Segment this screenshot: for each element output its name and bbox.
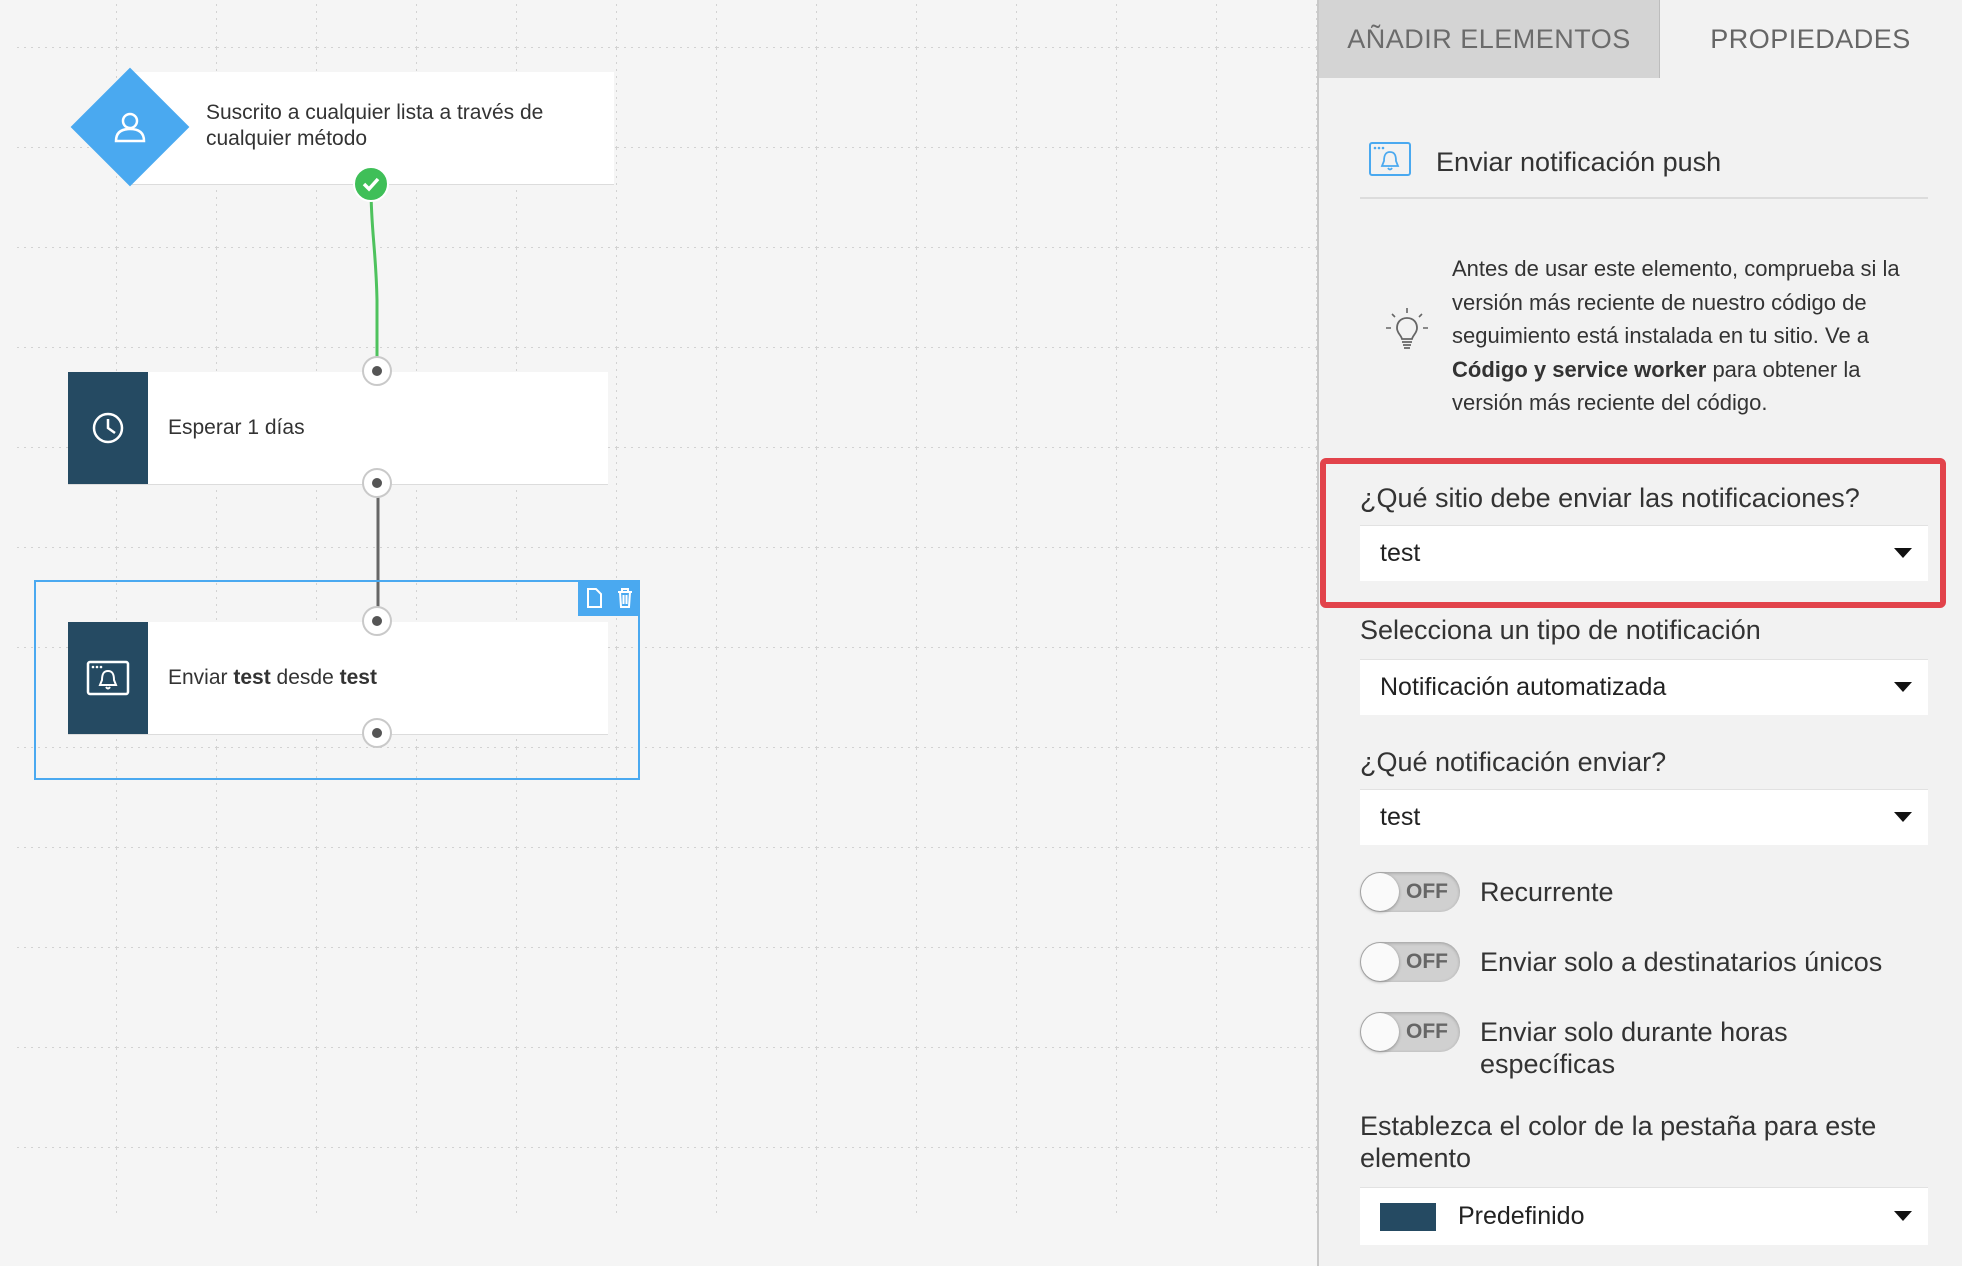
unique-recipients-toggle[interactable]: OFF (1360, 942, 1460, 982)
site-select-value: test (1380, 539, 1421, 567)
notification-label: ¿Qué notificación enviar? (1360, 747, 1667, 777)
chevron-down-icon (1894, 1210, 1912, 1221)
properties-panel: AÑADIR ELEMENTOS PROPIEDADES Enviar noti… (1317, 0, 1962, 1266)
notification-select[interactable]: test (1360, 789, 1928, 845)
copy-icon[interactable] (585, 587, 603, 609)
site-label: ¿Qué sitio debe enviar las notificacione… (1360, 483, 1860, 513)
title-divider (1360, 197, 1928, 199)
chevron-down-icon (1894, 681, 1912, 692)
push-notification-icon (1369, 142, 1411, 176)
tab-properties[interactable]: PROPIEDADES (1659, 0, 1962, 78)
toggle-knob (1361, 943, 1399, 981)
tab-color-label: Establezca el color de la pestaña para e… (1360, 1111, 1877, 1173)
specific-hours-label: Enviar solo durante horas específicas (1480, 1017, 1788, 1079)
tab-color-select[interactable]: Predefinido (1360, 1187, 1928, 1245)
send-prefix: Enviar (168, 666, 234, 689)
send-text: Enviar test desde test (168, 665, 377, 691)
toggle-knob (1361, 1013, 1399, 1051)
tab-color-value: Predefinido (1458, 1202, 1585, 1230)
recurrent-toggle[interactable]: OFF (1360, 872, 1460, 912)
clock-icon (92, 412, 124, 444)
unique-recipients-label: Enviar solo a destinatarios únicos (1480, 947, 1883, 977)
wait-output-port[interactable] (362, 468, 392, 498)
chevron-down-icon (1894, 811, 1912, 822)
tip-text-part1: Antes de usar este elemento, comprueba s… (1452, 256, 1900, 348)
wait-node[interactable]: Esperar 1 días (68, 372, 608, 484)
tab-add-elements[interactable]: AÑADIR ELEMENTOS (1319, 0, 1660, 78)
notification-type-label: Selecciona un tipo de notificación (1360, 615, 1761, 645)
send-input-port[interactable] (362, 606, 392, 636)
wait-text: Esperar 1 días (168, 416, 305, 439)
toggle-state: OFF (1406, 950, 1448, 973)
send-icon-block (68, 622, 148, 734)
wait-icon-block (68, 372, 148, 484)
notification-type-value: Notificación automatizada (1380, 673, 1667, 701)
site-select[interactable]: test (1360, 525, 1928, 581)
send-middle: desde (270, 666, 340, 689)
toggle-knob (1361, 873, 1399, 911)
specific-hours-toggle[interactable]: OFF (1360, 1012, 1460, 1052)
tip-link-code: Código y service worker (1452, 356, 1707, 382)
trigger-text: Suscrito a cualquier lista a través de c… (206, 101, 544, 150)
chevron-down-icon (1894, 547, 1912, 558)
tip-text: Antes de usar este elemento, comprueba s… (1452, 252, 1922, 420)
toggle-state: OFF (1406, 1020, 1448, 1043)
recurrent-label: Recurrente (1480, 877, 1614, 907)
color-swatch (1380, 1202, 1436, 1231)
element-title: Enviar notificación push (1436, 147, 1722, 177)
workflow-canvas[interactable]: Suscrito a cualquier lista a través de c… (0, 0, 1317, 1266)
wait-input-port[interactable] (362, 356, 392, 386)
send-output-port[interactable] (362, 718, 392, 748)
push-notification-icon (86, 660, 130, 696)
success-check-icon (353, 166, 389, 202)
send-node[interactable]: Enviar test desde test (68, 622, 608, 734)
node-toolbar (578, 580, 640, 616)
notification-select-value: test (1380, 803, 1421, 831)
toggle-state: OFF (1406, 880, 1448, 903)
send-site: test (339, 666, 377, 689)
notification-type-select[interactable]: Notificación automatizada (1360, 659, 1928, 715)
send-item: test (233, 666, 271, 689)
lightbulb-icon (1386, 308, 1428, 349)
user-icon (114, 112, 146, 143)
trash-icon[interactable] (616, 587, 634, 609)
